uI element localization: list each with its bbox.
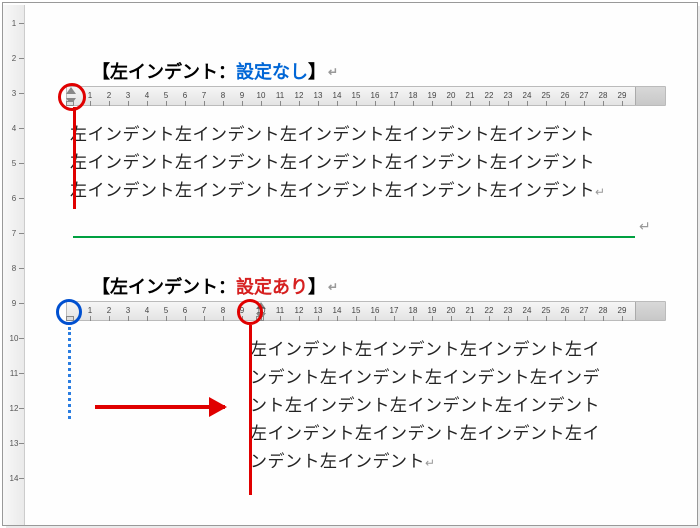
hruler-tick: 19 <box>428 91 437 100</box>
hruler-tick: 22 <box>485 91 494 100</box>
hruler-tick: 7 <box>202 306 206 315</box>
ruler-right-margin <box>635 87 665 105</box>
highlight-circle-icon <box>58 83 86 111</box>
heading-with-indent: 【左インデント：設定あり】↵ <box>92 273 338 299</box>
text-line: 左インデント左インデント左インデント左イ <box>250 420 650 448</box>
heading2-prefix: 【左インデント： <box>92 277 236 297</box>
hruler-tick: 29 <box>618 306 627 315</box>
ruler-right-margin <box>635 302 665 320</box>
hruler-tick: 12 <box>295 91 304 100</box>
document-frame: 1234567891011121314 【左インデント：設定なし】↵ 12345… <box>2 2 698 526</box>
hruler-tick: 13 <box>314 306 323 315</box>
hruler-tick: 24 <box>523 91 532 100</box>
hruler-tick: 5 <box>164 306 168 315</box>
hruler-tick: 28 <box>599 306 608 315</box>
hruler-tick: 7 <box>202 91 206 100</box>
paragraph-mark-icon: ↵ <box>595 185 606 199</box>
hruler-tick: 28 <box>599 91 608 100</box>
hruler-tick: 6 <box>183 306 187 315</box>
heading1-highlight: 設定なし <box>236 62 308 82</box>
hruler-tick: 18 <box>409 306 418 315</box>
hruler-tick: 25 <box>542 306 551 315</box>
hruler-tick: 10 <box>257 91 266 100</box>
text-line: ント左インデント左インデント左インデント <box>250 392 650 420</box>
highlight-circle-icon <box>56 299 82 325</box>
vertical-ruler: 1234567891011121314 <box>3 5 25 525</box>
hruler-tick: 27 <box>580 91 589 100</box>
horizontal-ruler-2[interactable]: 1234567891011121314151617181920212223242… <box>66 301 666 321</box>
hruler-tick: 13 <box>314 91 323 100</box>
arrow-right-icon <box>95 405 225 409</box>
text-line: ンデント左インデント左インデント左インデ <box>250 364 650 392</box>
hruler-tick: 19 <box>428 306 437 315</box>
hruler-tick: 15 <box>352 91 361 100</box>
paragraph-with-indent: 左インデント左インデント左インデント左インデント左インデント左インデント左インデ… <box>250 336 650 477</box>
text-line: 左インデント左インデント左インデント左インデント左インデント↵ <box>70 177 650 206</box>
paragraph-mark-icon: ↵ <box>639 218 651 235</box>
horizontal-ruler-1[interactable]: 1234567891011121314151617181920212223242… <box>66 86 666 106</box>
hruler-tick: 26 <box>561 91 570 100</box>
hruler-tick: 16 <box>371 91 380 100</box>
hruler-tick: 8 <box>221 306 225 315</box>
hruler-tick: 23 <box>504 91 513 100</box>
highlight-circle-icon <box>237 299 263 325</box>
hruler-tick: 4 <box>145 306 149 315</box>
hruler-tick: 2 <box>107 306 111 315</box>
heading1-prefix: 【左インデント： <box>92 62 236 82</box>
hruler-tick: 11 <box>276 306 284 315</box>
hruler-tick: 21 <box>466 306 475 315</box>
highlight-vertical-line <box>249 325 252 495</box>
hruler-tick: 29 <box>618 91 627 100</box>
hruler-tick: 12 <box>295 306 304 315</box>
text-line: 左インデント左インデント左インデント左インデント左インデント <box>70 121 650 149</box>
hruler-tick: 3 <box>126 91 130 100</box>
hruler-tick: 22 <box>485 306 494 315</box>
hruler-tick: 27 <box>580 306 589 315</box>
paragraph-no-indent: 左インデント左インデント左インデント左インデント左インデント左インデント左インデ… <box>70 121 650 206</box>
divider-line <box>73 236 635 238</box>
hruler-tick: 3 <box>126 306 130 315</box>
text-line: 左インデント左インデント左インデント左イ <box>250 336 650 364</box>
hruler-tick: 18 <box>409 91 418 100</box>
hruler-tick: 20 <box>447 306 456 315</box>
hruler-tick: 14 <box>333 306 342 315</box>
hruler-tick: 1 <box>88 91 92 100</box>
hruler-tick: 15 <box>352 306 361 315</box>
hruler-tick: 14 <box>333 91 342 100</box>
hruler-tick: 6 <box>183 91 187 100</box>
paragraph-mark-icon: ↵ <box>425 456 436 470</box>
hruler-tick: 17 <box>390 91 399 100</box>
highlight-dotted-line <box>68 327 71 419</box>
hruler-tick: 1 <box>88 306 92 315</box>
hruler-tick: 8 <box>221 91 225 100</box>
hruler-tick: 4 <box>145 91 149 100</box>
highlight-vertical-line <box>73 107 76 209</box>
heading-no-indent: 【左インデント：設定なし】↵ <box>92 58 338 84</box>
hruler-tick: 5 <box>164 91 168 100</box>
heading2-suffix: 】 <box>308 277 326 297</box>
hruler-tick: 24 <box>523 306 532 315</box>
hruler-tick: 21 <box>466 91 475 100</box>
text-line: 左インデント左インデント左インデント左インデント左インデント <box>70 149 650 177</box>
hruler-tick: 23 <box>504 306 513 315</box>
hruler-tick: 26 <box>561 306 570 315</box>
hruler-tick: 17 <box>390 306 399 315</box>
hruler-tick: 25 <box>542 91 551 100</box>
hruler-tick: 16 <box>371 306 380 315</box>
heading1-suffix: 】 <box>308 62 326 82</box>
hruler-tick: 11 <box>276 91 284 100</box>
text-line: ンデント左インデント↵ <box>250 448 650 477</box>
hruler-tick: 2 <box>107 91 111 100</box>
hruler-tick: 9 <box>240 91 244 100</box>
paragraph-mark-icon: ↵ <box>328 280 338 294</box>
paragraph-mark-icon: ↵ <box>328 65 338 79</box>
heading2-highlight: 設定あり <box>236 277 308 297</box>
hruler-tick: 20 <box>447 91 456 100</box>
